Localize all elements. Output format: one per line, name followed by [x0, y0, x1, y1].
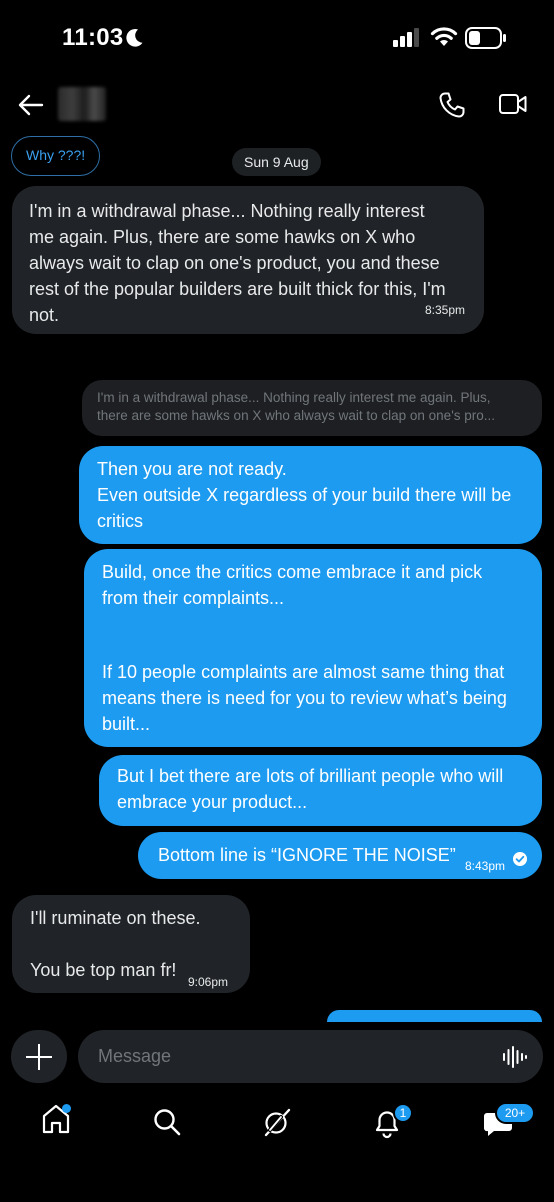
message-timestamp: 8:35pm: [424, 303, 465, 317]
message-line: embrace your product...: [117, 792, 308, 812]
message-sent[interactable]: Then you are not ready. Even outside X r…: [79, 446, 542, 544]
status-bar: 11:03: [0, 0, 554, 78]
message-received[interactable]: I'll ruminate on these. You be top man f…: [12, 895, 250, 993]
quote-line: I'm in a withdrawal phase... Nothing rea…: [97, 390, 491, 405]
message-line: [30, 931, 232, 957]
message-line: Build, once the critics come embrace it …: [102, 562, 483, 582]
conversation-header: [0, 78, 554, 134]
search-icon[interactable]: [152, 1107, 182, 1137]
message-sent-partial[interactable]: [327, 1010, 542, 1022]
video-call-icon[interactable]: [498, 91, 528, 117]
message-line: If 10 people complaints are almost same …: [102, 662, 505, 682]
message-line: means there is need for you to review wh…: [102, 688, 507, 708]
message-sent[interactable]: But I bet there are lots of brilliant pe…: [99, 755, 542, 826]
phone-icon[interactable]: [437, 90, 467, 120]
message-line: from their complaints...: [102, 588, 285, 608]
notifications-badge: 1: [393, 1103, 413, 1123]
wifi-icon: [430, 27, 458, 46]
message-timestamp: 9:06pm: [188, 975, 229, 989]
message-timestamp: 8:43pm: [465, 859, 506, 873]
message-line: I'm in a withdrawal phase... Nothing rea…: [29, 201, 425, 221]
conversation-pill[interactable]: Why ???!: [11, 136, 101, 176]
add-attachment-button[interactable]: [11, 1030, 67, 1083]
home-unread-dot: [62, 1104, 71, 1113]
signal-icon: [393, 28, 419, 47]
avatar[interactable]: [58, 87, 106, 121]
quoted-reply[interactable]: I'm in a withdrawal phase... Nothing rea…: [82, 380, 542, 436]
message-line: But I bet there are lots of brilliant pe…: [117, 766, 504, 786]
message-line: not.: [29, 305, 60, 325]
quote-line: there are some hawks on X who always wai…: [97, 408, 496, 423]
read-check-icon: [513, 852, 527, 866]
message-line: me again. Plus, there are some hawks on …: [29, 227, 416, 247]
message-line: Even outside X regardless of your build …: [97, 485, 512, 505]
message-composer[interactable]: [78, 1030, 543, 1083]
message-line: Then you are not ready.: [97, 459, 287, 479]
moon-icon: [126, 29, 143, 47]
message-line: [102, 611, 524, 659]
message-line: built...: [102, 714, 151, 734]
message-line: rest of the popular builders are built t…: [29, 279, 446, 299]
message-input[interactable]: [98, 1030, 478, 1083]
message-sent[interactable]: Bottom line is “IGNORE THE NOISE” 8:43pm: [138, 832, 542, 879]
battery-icon: [465, 27, 506, 49]
status-time: 11:03: [62, 24, 124, 51]
grok-icon[interactable]: [262, 1107, 292, 1137]
voice-message-icon[interactable]: [501, 1044, 527, 1070]
message-line: I'll ruminate on these.: [30, 908, 201, 928]
message-line: always wait to clap on one's product, yo…: [29, 253, 440, 273]
message-received[interactable]: I'm in a withdrawal phase... Nothing rea…: [12, 186, 484, 334]
message-line: critics: [97, 511, 143, 531]
back-arrow-icon[interactable]: [16, 90, 46, 120]
message-sent[interactable]: Build, once the critics come embrace it …: [84, 549, 542, 747]
message-line: Bottom line is “IGNORE THE NOISE”: [158, 845, 456, 865]
date-separator: Sun 9 Aug: [232, 148, 321, 176]
messages-badge: 20+: [495, 1102, 535, 1124]
